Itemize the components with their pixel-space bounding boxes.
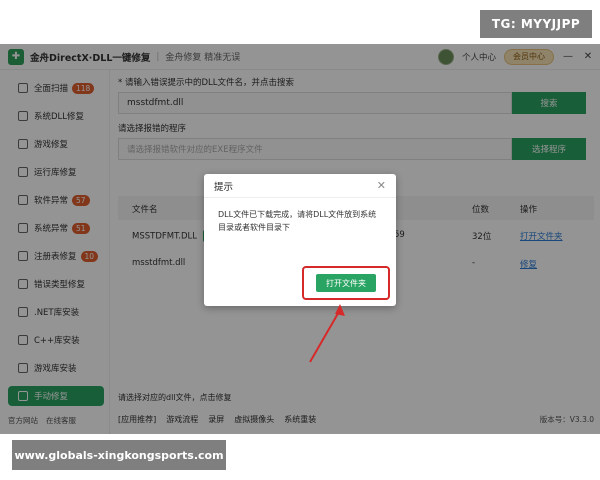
dialog-message: DLL文件已下载完成，请将DLL文件放到系统目录或者软件目录下 bbox=[218, 210, 377, 232]
open-folder-button[interactable]: 打开文件夹 bbox=[316, 274, 376, 292]
dialog-header: 提示 ✕ bbox=[204, 174, 396, 198]
red-arrow-icon bbox=[309, 304, 345, 363]
download-complete-dialog: 提示 ✕ DLL文件已下载完成，请将DLL文件放到系统目录或者软件目录下 打开文… bbox=[204, 174, 396, 306]
tg-watermark: TG: MYYJJPP bbox=[480, 10, 592, 38]
dialog-close-icon[interactable]: ✕ bbox=[377, 179, 386, 192]
dialog-title: 提示 bbox=[214, 181, 234, 193]
site-watermark: www.globals-xingkongsports.com bbox=[12, 440, 226, 470]
highlight-box: 打开文件夹 bbox=[302, 266, 390, 300]
